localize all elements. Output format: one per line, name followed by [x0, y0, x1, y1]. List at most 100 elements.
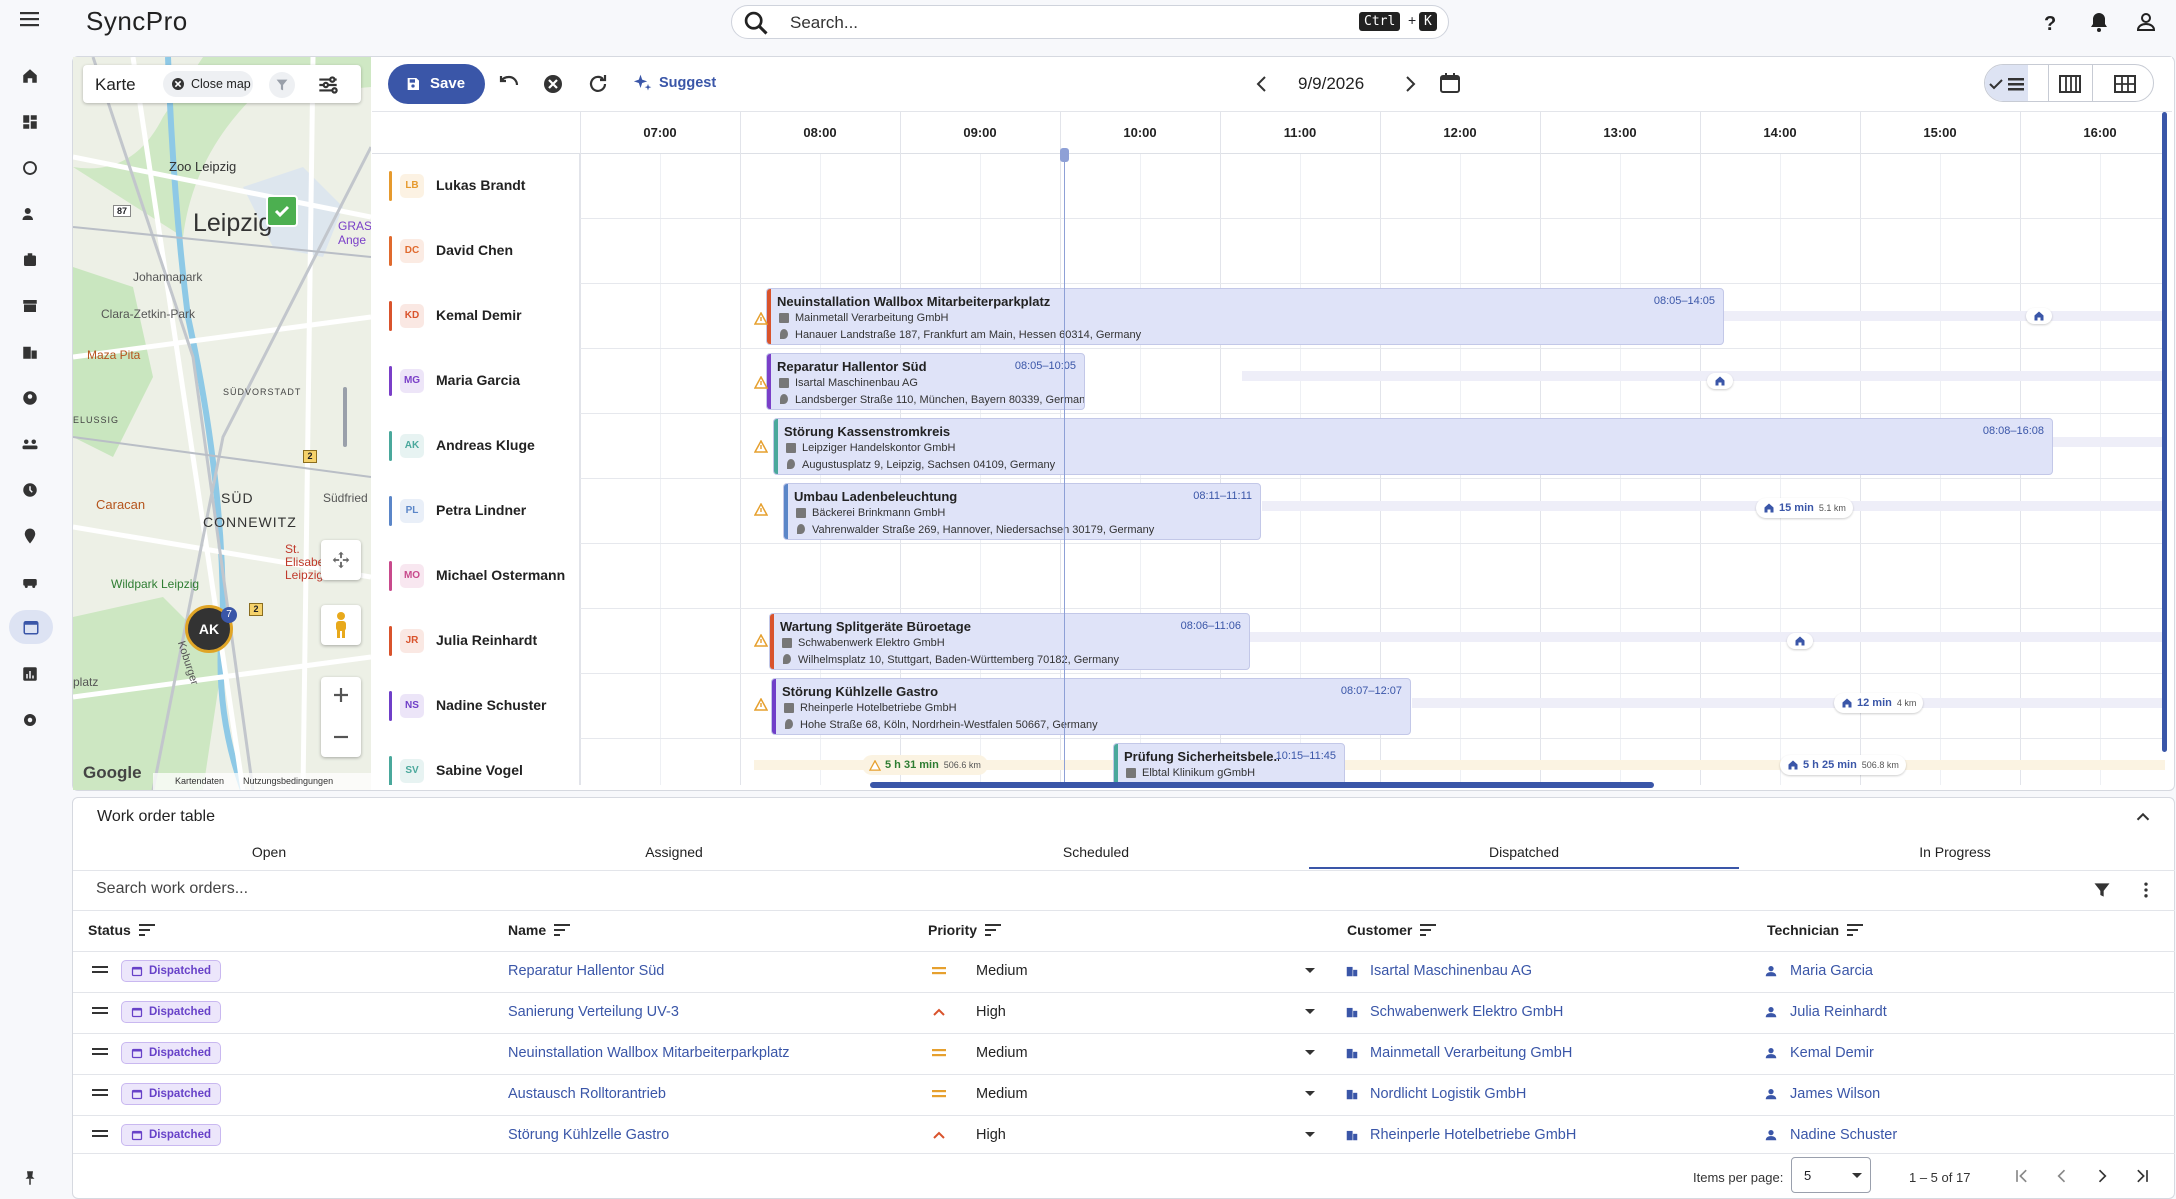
help-icon[interactable]: ?: [2038, 10, 2062, 34]
tab-in-progress[interactable]: In Progress: [1855, 844, 2055, 860]
priority-dropdown-icon[interactable]: [1304, 1090, 1316, 1098]
horizontal-scrollbar[interactable]: [870, 782, 1654, 788]
sort-icon[interactable]: [1420, 923, 1438, 937]
home-icon[interactable]: [18, 64, 42, 88]
prev-page-icon[interactable]: [2052, 1166, 2072, 1186]
technician-cell[interactable]: JR Julia Reinhardt: [372, 609, 580, 674]
dashboard-icon[interactable]: [18, 110, 42, 134]
priority-dropdown-icon[interactable]: [1304, 1131, 1316, 1139]
notifications-icon[interactable]: [2087, 10, 2111, 34]
technician-link[interactable]: Maria Garcia: [1790, 963, 1873, 979]
technician-cell[interactable]: SV Sabine Vogel: [372, 739, 580, 785]
drag-handle-icon[interactable]: [92, 1088, 108, 1098]
customer-link[interactable]: Schwabenwerk Elektro GmbH: [1370, 1004, 1563, 1020]
filter-icon[interactable]: [2092, 880, 2112, 900]
technician-link[interactable]: Nadine Schuster: [1790, 1127, 1897, 1143]
column-header[interactable]: Customer: [1347, 922, 1438, 938]
vertical-scrollbar[interactable]: [2162, 112, 2167, 752]
street-view-icon[interactable]: [321, 605, 361, 645]
technician-cell[interactable]: DC David Chen: [372, 219, 580, 284]
terms-link[interactable]: Nutzungsbedingungen: [243, 776, 333, 786]
technician-cell[interactable]: AK Andreas Kluge: [372, 414, 580, 479]
tab-scheduled[interactable]: Scheduled: [996, 844, 1196, 860]
technician-link[interactable]: Kemal Demir: [1790, 1045, 1874, 1061]
global-search[interactable]: Search... Ctrl + K: [731, 5, 1449, 39]
work-order-name-link[interactable]: Reparatur Hallentor Süd: [508, 963, 664, 979]
fullscreen-icon[interactable]: [321, 540, 361, 580]
work-order-name-link[interactable]: Austausch Rolltorantrieb: [508, 1086, 666, 1102]
map-filter-button[interactable]: [269, 72, 295, 98]
drag-handle-icon[interactable]: [92, 1047, 108, 1057]
current-time-handle[interactable]: [1060, 148, 1069, 162]
technician-cell[interactable]: MO Michael Ostermann: [372, 544, 580, 609]
discard-icon[interactable]: [541, 72, 565, 96]
job-card[interactable]: Neuinstallation Wallbox Mitarbeiterparkp…: [766, 288, 1724, 345]
vehicle-icon[interactable]: [18, 570, 42, 594]
account-icon[interactable]: [2134, 10, 2158, 34]
work-icon[interactable]: [18, 248, 42, 272]
technician-link[interactable]: James Wilson: [1790, 1086, 1880, 1102]
work-order-name-link[interactable]: Neuinstallation Wallbox Mitarbeiterparkp…: [508, 1045, 790, 1061]
column-header[interactable]: Priority: [928, 922, 1003, 938]
technician-cell[interactable]: LB Lukas Brandt: [372, 154, 580, 219]
contacts-icon[interactable]: [18, 202, 42, 226]
job-card[interactable]: Wartung Splitgeräte Büroetage 08:06–11:06…: [769, 613, 1250, 670]
calendar-icon[interactable]: [9, 610, 53, 644]
customer-link[interactable]: Mainmetall Verarbeitung GmbH: [1370, 1045, 1572, 1061]
calendar-picker-icon[interactable]: [1438, 71, 1462, 95]
view-day-button[interactable]: [1985, 65, 2028, 101]
technician-cell[interactable]: MG Maria Garcia: [372, 349, 580, 414]
first-page-icon[interactable]: [2012, 1166, 2032, 1186]
location-icon[interactable]: [18, 524, 42, 548]
sync-icon[interactable]: [18, 156, 42, 180]
close-map-button[interactable]: Close map: [163, 71, 253, 97]
time-icon[interactable]: [18, 478, 42, 502]
view-month-button[interactable]: [2092, 65, 2153, 101]
sort-icon[interactable]: [554, 923, 572, 937]
job-card[interactable]: Umbau Ladenbeleuchtung 08:11–11:11 Bäcker…: [783, 483, 1261, 540]
inventory-icon[interactable]: [18, 294, 42, 318]
sort-icon[interactable]: [1847, 923, 1865, 937]
tab-dispatched[interactable]: Dispatched: [1424, 844, 1624, 860]
job-card[interactable]: Reparatur Hallentor Süd 08:05–10:05 Isart…: [766, 353, 1085, 410]
pin-icon[interactable]: [18, 1166, 42, 1190]
team-icon[interactable]: [18, 432, 42, 456]
customer-link[interactable]: Nordlicht Logistik GmbH: [1370, 1086, 1526, 1102]
priority-dropdown-icon[interactable]: [1304, 967, 1316, 975]
collapse-icon[interactable]: [2132, 806, 2154, 828]
settings-icon[interactable]: [18, 708, 42, 732]
last-page-icon[interactable]: [2132, 1166, 2152, 1186]
menu-icon[interactable]: [20, 10, 48, 34]
job-card[interactable]: Störung Kassenstromkreis 08:08–16:08 Leip…: [773, 418, 2053, 475]
drag-handle-icon[interactable]: [92, 965, 108, 975]
customer-link[interactable]: Rheinperle Hotelbetriebe GmbH: [1370, 1127, 1576, 1143]
work-order-name-link[interactable]: Störung Kühlzelle Gastro: [508, 1127, 669, 1143]
work-order-name-link[interactable]: Sanierung Verteilung UV-3: [508, 1004, 679, 1020]
column-header[interactable]: Technician: [1767, 922, 1865, 938]
drag-handle-icon[interactable]: [92, 1006, 108, 1016]
technician-cell[interactable]: KD Kemal Demir: [372, 284, 580, 349]
column-header[interactable]: Status: [88, 922, 157, 938]
tab-open[interactable]: Open: [169, 844, 369, 860]
buildings-icon[interactable]: [18, 340, 42, 364]
save-button[interactable]: Save: [388, 64, 485, 104]
zoom-out-icon[interactable]: [331, 727, 351, 747]
sort-icon[interactable]: [985, 923, 1003, 937]
technician-cell[interactable]: NS Nadine Schuster: [372, 674, 580, 739]
map-resize-handle[interactable]: [343, 387, 347, 447]
job-card[interactable]: Störung Kühlzelle Gastro 08:07–12:07 Rhei…: [771, 678, 1411, 735]
column-header[interactable]: Name: [508, 922, 572, 938]
more-options-icon[interactable]: [2136, 880, 2156, 900]
view-week-button[interactable]: [2048, 65, 2091, 101]
job-marker-icon[interactable]: [266, 195, 298, 227]
next-day-icon[interactable]: [1398, 72, 1422, 96]
items-per-page-select[interactable]: 5: [1791, 1157, 1871, 1193]
priority-dropdown-icon[interactable]: [1304, 1008, 1316, 1016]
map-settings-button[interactable]: [315, 72, 341, 98]
job-card[interactable]: Prüfung Sicherheitsbele... 10:15–11:45 El…: [1113, 743, 1345, 785]
customer-link[interactable]: Isartal Maschinenbau AG: [1370, 963, 1532, 979]
person-icon[interactable]: [18, 386, 42, 410]
work-order-search[interactable]: Search work orders...: [96, 880, 248, 898]
map-view[interactable]: Zoo Leipzig Leipzig Johannapark Clara-Ze…: [73, 57, 371, 790]
drag-handle-icon[interactable]: [92, 1129, 108, 1139]
